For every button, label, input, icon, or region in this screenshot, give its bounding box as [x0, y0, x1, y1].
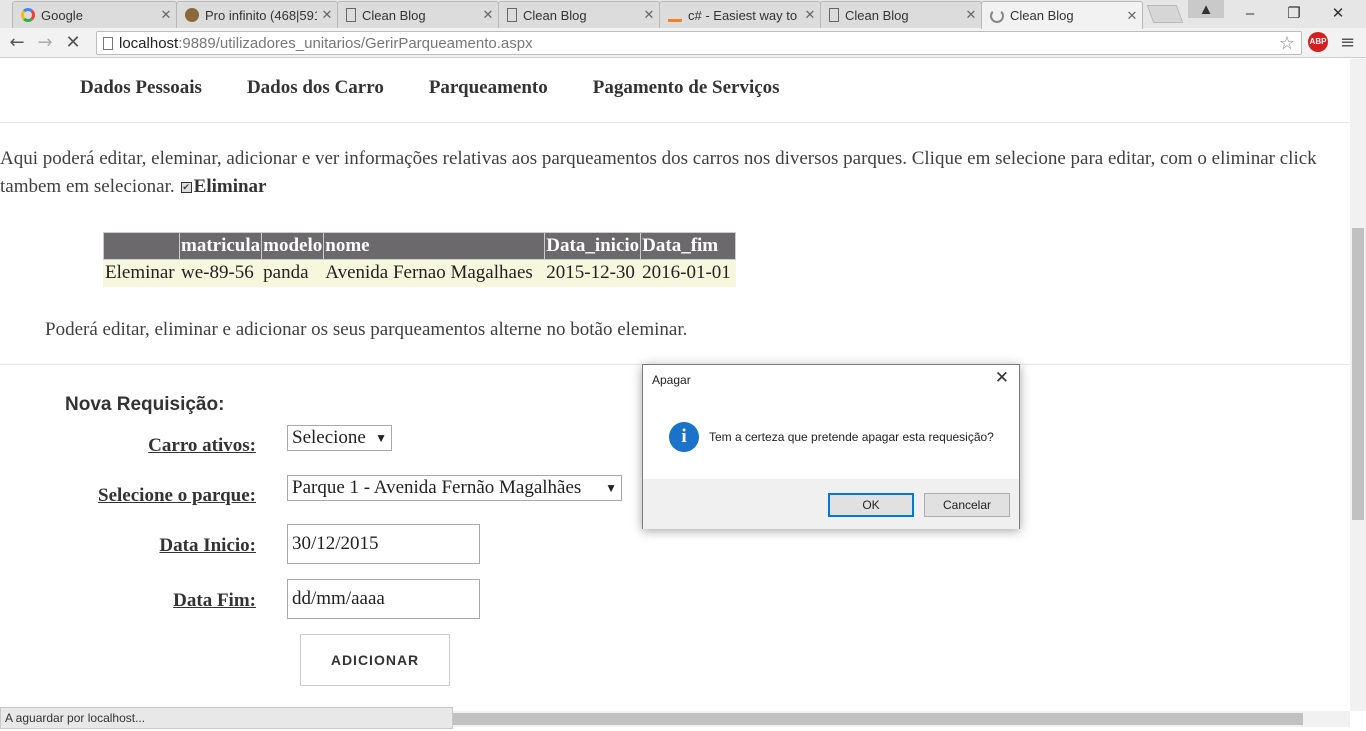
table-header — [103, 232, 180, 260]
status-bar: A aguardar por localhost... — [0, 707, 453, 729]
car-label: Carro ativos: — [148, 435, 256, 456]
horizontal-scroll-thumb[interactable] — [453, 713, 1303, 725]
close-tab-icon[interactable]: ✕ — [1122, 8, 1142, 24]
tab-clean-blog-active[interactable]: Clean Blog ✕ — [981, 1, 1143, 29]
dialog-footer: OK Cancelar — [643, 479, 1019, 529]
stop-loading-icon[interactable]: ✕ — [62, 32, 84, 54]
loading-icon — [990, 8, 1004, 23]
nav-dados-carro[interactable]: Dados dos Carro — [247, 77, 384, 99]
table-header: Data_fim — [640, 232, 737, 260]
tab-google[interactable]: Google ✕ — [12, 1, 177, 28]
menu-icon[interactable]: ≡ — [1340, 32, 1358, 53]
ok-button[interactable]: OK — [828, 493, 914, 517]
close-tab-icon[interactable]: ✕ — [800, 7, 820, 23]
add-button[interactable]: ADICIONAR — [300, 634, 450, 686]
close-tab-icon[interactable]: ✕ — [156, 7, 176, 23]
nav-dados-pessoais[interactable]: Dados Pessoais — [80, 77, 202, 99]
info-icon: i — [669, 422, 699, 452]
close-tab-icon[interactable]: ✕ — [317, 7, 337, 23]
tab-clean-blog-1[interactable]: Clean Blog ✕ — [337, 1, 499, 28]
hint-text: Poderá editar, eliminar e adicionar os s… — [45, 319, 688, 340]
cancel-button[interactable]: Cancelar — [924, 493, 1010, 517]
end-date-label: Data Fim: — [173, 590, 256, 611]
table-header: Data_inicio — [544, 232, 642, 260]
close-icon[interactable]: ✕ — [995, 368, 1009, 388]
nav-pagamento[interactable]: Pagamento de Serviços — [593, 77, 780, 99]
address-bar[interactable]: localhost:9889/utilizadores_unitarios/Ge… — [96, 31, 1302, 55]
tab-pro-infinito[interactable]: Pro infinito (468|591 ✕ — [176, 1, 338, 28]
vertical-scroll-thumb[interactable] — [1352, 228, 1364, 520]
table-cell: 2016-01-01 — [640, 259, 737, 287]
start-date-label: Data Inicio: — [159, 535, 256, 556]
park-select[interactable]: Parque 1 - Avenida Fernão Magalhães ▼ — [287, 475, 622, 501]
table-cell: 2015-12-30 — [544, 259, 642, 287]
minimize-icon[interactable]: – — [1228, 0, 1272, 26]
parking-table: matricula modelo nome Data_inicio Data_f… — [103, 232, 737, 287]
eliminar-checkbox-label: Eliminar — [193, 176, 267, 197]
page-icon — [507, 8, 517, 22]
confirm-dialog: Apagar ✕ i Tem a certeza que pretende ap… — [642, 364, 1020, 529]
dropdown-arrow-icon: ▼ — [605, 480, 617, 495]
tab-clean-blog-3[interactable]: Clean Blog ✕ — [820, 1, 982, 28]
page-icon — [103, 37, 113, 50]
form-title: Nova Requisição: — [65, 394, 225, 415]
favicon-icon — [185, 8, 199, 22]
end-date-input[interactable]: dd/mm/aaaa — [287, 579, 480, 619]
close-window-icon[interactable]: ✕ — [1316, 0, 1360, 26]
nav-parqueamento[interactable]: Parqueamento — [429, 77, 548, 99]
google-icon — [21, 8, 35, 22]
restore-icon[interactable]: ❐ — [1272, 0, 1316, 26]
stackoverflow-icon — [668, 8, 682, 22]
browser-toolbar: ← → ✕ localhost:9889/utilizadores_unitar… — [0, 28, 1366, 58]
close-tab-icon[interactable]: ✕ — [478, 7, 498, 23]
tab-stackoverflow[interactable]: c# - Easiest way to c ✕ — [659, 1, 821, 28]
main-nav: Dados Pessoais Dados dos Carro Parqueame… — [80, 77, 780, 99]
eleminar-link[interactable]: Eleminar — [103, 259, 180, 287]
table-cell: Avenida Fernao Magalhaes — [323, 259, 546, 287]
eliminar-checkbox[interactable]: ✔ — [180, 182, 192, 194]
table-header-row: matricula modelo nome Data_inicio Data_f… — [103, 232, 737, 260]
new-tab-button[interactable] — [1146, 5, 1184, 23]
park-label: Selecione o parque: — [98, 485, 256, 506]
bookmark-star-icon[interactable]: ☆ — [1279, 33, 1295, 54]
dialog-message: Tem a certeza que pretende apagar esta r… — [709, 430, 994, 444]
divider — [0, 122, 1350, 123]
table-row: Eleminar we-89-56 panda Avenida Fernao M… — [103, 259, 737, 287]
page-icon — [346, 8, 356, 22]
start-date-input[interactable]: 30/12/2015 — [287, 524, 480, 564]
table-cell: we-89-56 — [178, 259, 263, 287]
close-tab-icon[interactable]: ✕ — [639, 7, 659, 23]
intro-text: Aqui poderá editar, eleminar, adicionar … — [0, 148, 1317, 197]
dialog-title: Apagar — [652, 373, 691, 387]
back-arrow-icon[interactable]: ← — [6, 32, 28, 54]
car-select[interactable]: Selecione ▼ — [287, 425, 392, 451]
dropdown-arrow-icon: ▼ — [375, 430, 387, 445]
tab-strip: Google ✕ Pro infinito (468|591 ✕ Clean B… — [0, 0, 1366, 29]
page-icon — [829, 8, 839, 22]
table-cell: panda — [261, 259, 325, 287]
adblock-icon[interactable]: ABP — [1308, 32, 1328, 52]
profile-icon[interactable]: ▲ — [1188, 0, 1224, 18]
table-header: nome — [323, 232, 546, 260]
forward-arrow-icon[interactable]: → — [34, 32, 56, 54]
close-tab-icon[interactable]: ✕ — [961, 7, 981, 23]
table-header: matricula — [178, 232, 263, 260]
table-header: modelo — [261, 232, 325, 260]
tab-clean-blog-2[interactable]: Clean Blog ✕ — [498, 1, 660, 28]
